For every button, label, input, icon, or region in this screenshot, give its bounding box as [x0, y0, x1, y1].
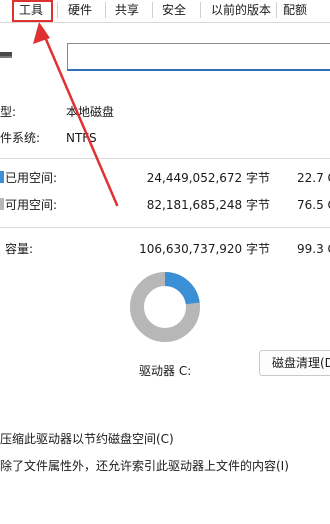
tab-separator [57, 2, 58, 18]
tab-sharing[interactable]: 共享 [115, 0, 139, 20]
used-space-short: 22.7 G [297, 171, 330, 185]
disk-usage-donut [130, 272, 200, 342]
tab-quota[interactable]: 配额 [283, 0, 307, 20]
free-space-bytes: 82,181,685,248 字节 [146, 198, 270, 212]
section-divider [0, 227, 330, 228]
used-space-swatch [0, 171, 4, 183]
type-label: 型: [0, 105, 17, 119]
tab-separator [152, 2, 153, 18]
file-system-label: 件系统: [0, 131, 41, 145]
free-space-label: 可用空间: [5, 198, 58, 212]
disk-cleanup-button[interactable]: 磁盘清理(D [259, 350, 330, 376]
tab-separator [105, 2, 106, 18]
used-space-bytes: 24,449,052,672 字节 [146, 171, 270, 185]
index-drive-option[interactable]: 除了文件属性外，还允许索引此驱动器上文件的内容(I) [0, 459, 289, 473]
tab-bar: 工具 硬件 共享 安全 以前的版本 配额 [0, 0, 330, 23]
tab-separator [200, 2, 201, 18]
tab-security[interactable]: 安全 [162, 0, 186, 20]
drive-name-input[interactable] [67, 43, 330, 71]
free-space-short: 76.5 G [297, 198, 330, 212]
section-divider [0, 158, 330, 159]
tab-previous-versions[interactable]: 以前的版本 [211, 0, 271, 20]
tools-tab-highlight [12, 0, 53, 22]
drive-properties-window: 工具 硬件 共享 安全 以前的版本 配额 型: 本地磁盘 件系统: NTFS 已… [0, 0, 330, 524]
free-space-swatch [0, 198, 4, 210]
tab-separator [276, 2, 277, 18]
file-system-value: NTFS [66, 131, 97, 145]
drive-label: 驱动器 C: [139, 364, 192, 378]
drive-icon [0, 52, 12, 58]
capacity-short: 99.3 G [297, 242, 330, 256]
compress-drive-option[interactable]: 压缩此驱动器以节约磁盘空间(C) [0, 432, 174, 446]
capacity-label: 容量: [5, 242, 34, 256]
used-space-label: 已用空间: [5, 171, 58, 185]
tab-hardware[interactable]: 硬件 [68, 0, 92, 20]
capacity-bytes: 106,630,737,920 字节 [139, 242, 270, 256]
type-value: 本地磁盘 [66, 105, 115, 119]
